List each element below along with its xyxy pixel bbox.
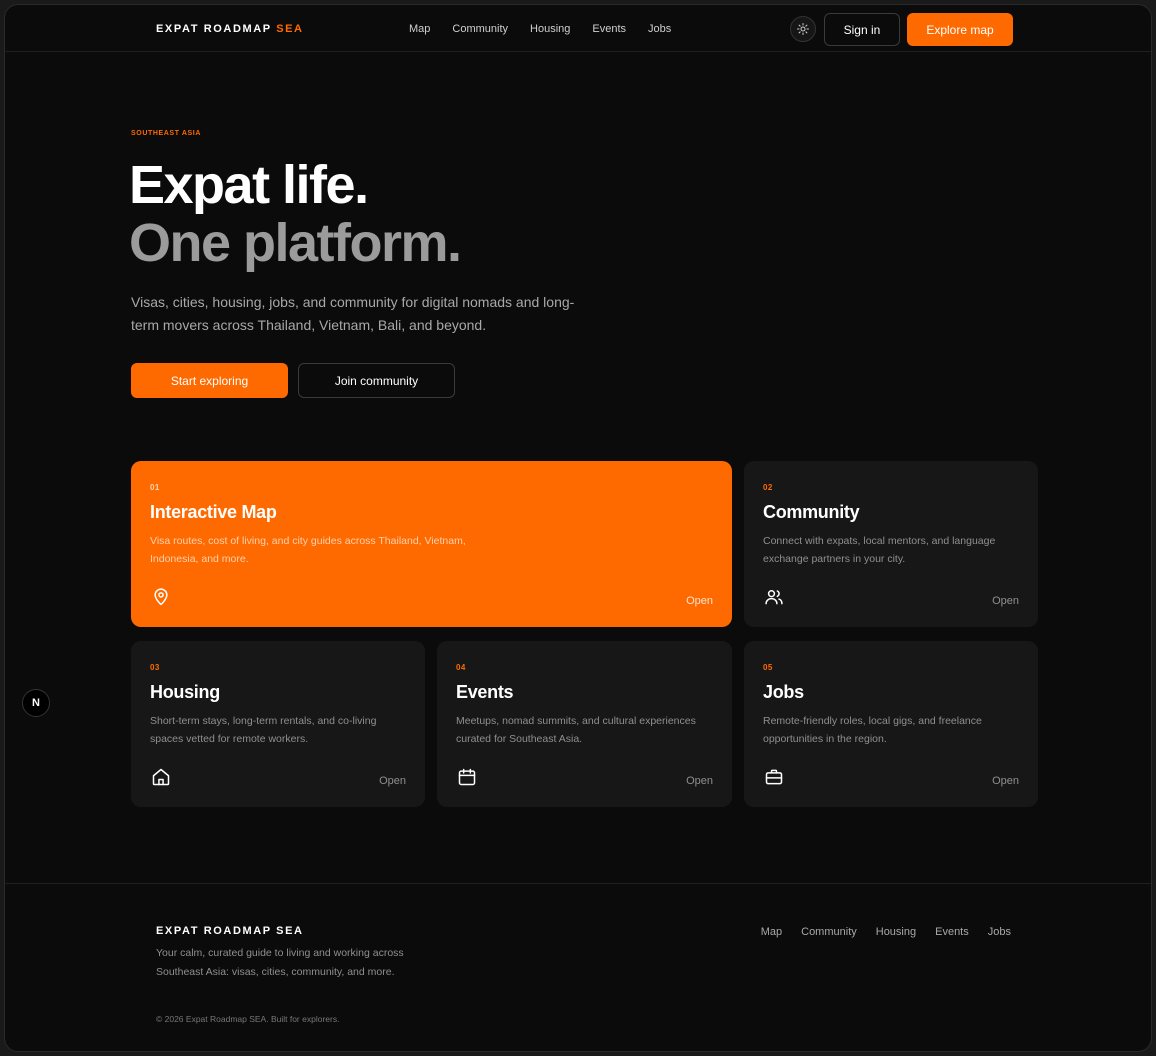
- footer-link-events[interactable]: Events: [935, 926, 969, 938]
- users-icon: [765, 590, 783, 605]
- card-open-link[interactable]: Open: [379, 775, 406, 787]
- card-jobs[interactable]: 05 Jobs Remote-friendly roles, local gig…: [744, 641, 1038, 807]
- nav-item-map[interactable]: Map: [409, 23, 430, 35]
- footer-link-community[interactable]: Community: [801, 926, 857, 938]
- card-description: Meetups, nomad summits, and cultural exp…: [456, 715, 696, 745]
- footer-description: Your calm, curated guide to living and w…: [156, 947, 404, 978]
- nav-item-community[interactable]: Community: [452, 23, 508, 35]
- card-title: Community: [763, 502, 860, 522]
- card-number: 02: [763, 483, 773, 492]
- sun-icon: [797, 23, 809, 35]
- card-open-link[interactable]: Open: [686, 595, 713, 607]
- dev-tools-badge[interactable]: N: [22, 689, 50, 717]
- app-frame: EXPAT ROADMAP SEA Map Community Housing …: [4, 4, 1152, 1052]
- card-number: 03: [150, 663, 160, 672]
- card-open-link[interactable]: Open: [992, 775, 1019, 787]
- hero-title-line1: Expat life.: [129, 155, 369, 215]
- footer-brand: EXPAT ROADMAP SEA: [156, 925, 304, 937]
- card-community[interactable]: 02 Community Connect with expats, local …: [744, 461, 1038, 627]
- card-interactive-map[interactable]: 01 Interactive Map Visa routes, cost of …: [131, 461, 732, 627]
- nav-item-events[interactable]: Events: [592, 23, 626, 35]
- brand-logo[interactable]: EXPAT ROADMAP SEA: [156, 23, 304, 35]
- site-header: EXPAT ROADMAP SEA Map Community Housing …: [5, 5, 1151, 52]
- footer-nav: Map Community Housing Events Jobs: [761, 926, 1011, 938]
- card-number: 05: [763, 663, 773, 672]
- card-description: Short-term stays, long-term rentals, and…: [150, 715, 377, 745]
- start-exploring-button[interactable]: Start exploring: [131, 363, 288, 398]
- briefcase-icon: [765, 769, 783, 785]
- card-description: Connect with expats, local mentors, and …: [763, 535, 996, 565]
- card-description: Remote-friendly roles, local gigs, and f…: [763, 715, 982, 745]
- card-events[interactable]: 04 Events Meetups, nomad summits, and cu…: [437, 641, 732, 807]
- sign-in-button[interactable]: Sign in: [824, 13, 900, 46]
- join-community-button[interactable]: Join community: [298, 363, 455, 398]
- calendar-icon: [458, 768, 476, 786]
- brand-name: EXPAT ROADMAP: [156, 23, 272, 35]
- card-title: Interactive Map: [150, 502, 277, 522]
- hero-eyebrow: SOUTHEAST ASIA: [131, 130, 201, 137]
- card-title: Jobs: [763, 682, 804, 702]
- theme-toggle-button[interactable]: [790, 16, 816, 42]
- card-number: 04: [456, 663, 466, 672]
- site-footer: EXPAT ROADMAP SEA Your calm, curated gui…: [5, 883, 1151, 1051]
- card-title: Events: [456, 682, 514, 702]
- nav-item-jobs[interactable]: Jobs: [648, 23, 671, 35]
- card-number: 01: [150, 483, 160, 492]
- card-description: Visa routes, cost of living, and city gu…: [150, 535, 466, 565]
- hero-title-line2: One platform.: [129, 213, 462, 273]
- card-open-link[interactable]: Open: [686, 775, 713, 787]
- home-icon: [152, 768, 170, 786]
- card-housing[interactable]: 03 Housing Short-term stays, long-term r…: [131, 641, 425, 807]
- card-title: Housing: [150, 682, 220, 702]
- nav-item-housing[interactable]: Housing: [530, 23, 570, 35]
- footer-copyright: © 2026 Expat Roadmap SEA. Built for expl…: [156, 1014, 340, 1024]
- main-nav: Map Community Housing Events Jobs: [409, 23, 671, 35]
- card-open-link[interactable]: Open: [992, 595, 1019, 607]
- footer-link-housing[interactable]: Housing: [876, 926, 916, 938]
- footer-link-jobs[interactable]: Jobs: [988, 926, 1011, 938]
- explore-map-button[interactable]: Explore map: [907, 13, 1013, 46]
- map-pin-icon: [154, 588, 168, 606]
- hero-lead: Visas, cities, housing, jobs, and commun…: [131, 294, 575, 333]
- brand-accent: SEA: [276, 23, 304, 35]
- footer-link-map[interactable]: Map: [761, 926, 782, 938]
